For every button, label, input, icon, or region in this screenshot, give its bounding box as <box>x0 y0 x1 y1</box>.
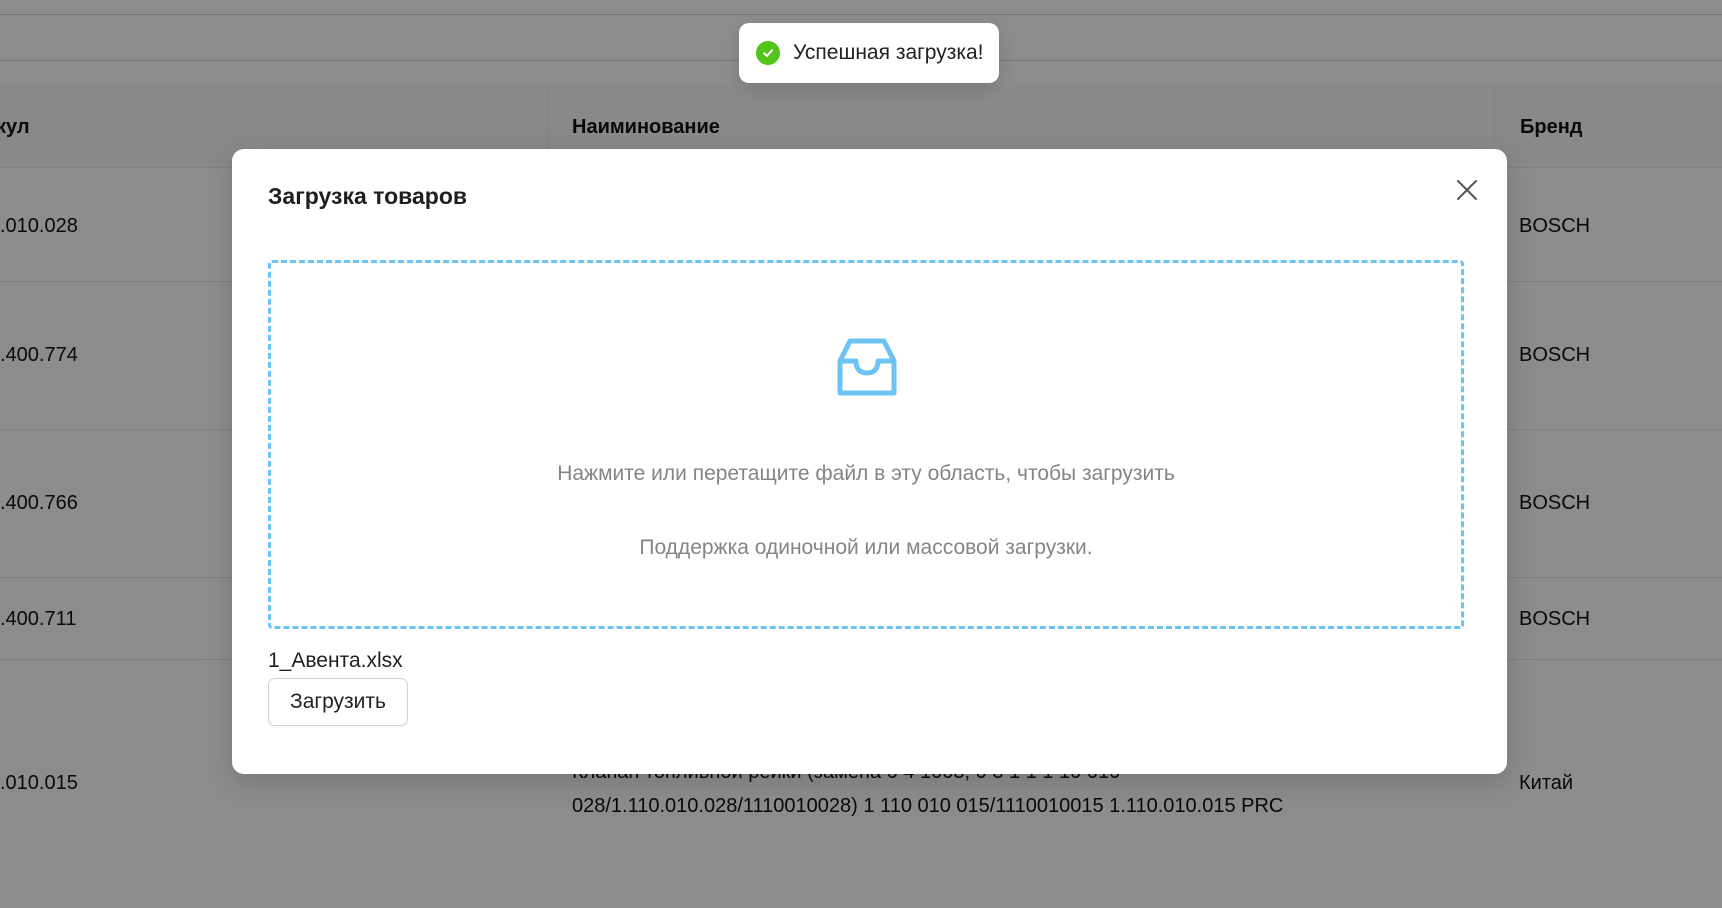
dropzone-instruction: Нажмите или перетащите файл в эту област… <box>557 462 1175 485</box>
success-toast: Успешная загрузка! <box>739 23 999 83</box>
modal-title: Загрузка товаров <box>268 183 468 209</box>
toast-message: Успешная загрузка! <box>793 41 984 64</box>
close-icon <box>1457 180 1477 200</box>
file-dropzone[interactable]: Нажмите или перетащите файл в эту област… <box>268 260 1464 629</box>
selected-file[interactable]: 1_Авента.xlsx <box>268 649 403 673</box>
check-circle-icon <box>756 41 780 65</box>
close-button[interactable] <box>1450 173 1484 207</box>
upload-button[interactable]: Загрузить <box>268 678 408 726</box>
dropzone-hint: Поддержка одиночной или массовой загрузк… <box>639 536 1093 559</box>
upload-products-modal: Загрузка товаров Нажмите или перетащите … <box>232 149 1507 774</box>
inbox-icon <box>837 338 897 396</box>
